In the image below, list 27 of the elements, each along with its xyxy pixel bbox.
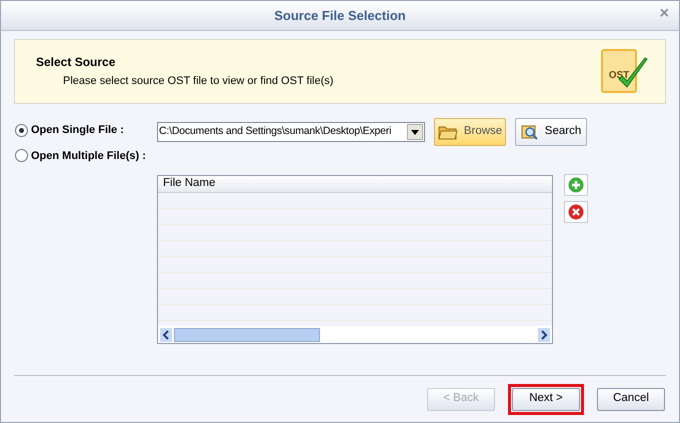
radio-button[interactable]: [15, 124, 28, 137]
column-header[interactable]: File Name: [158, 175, 216, 193]
window-title: Source File Selection: [274, 6, 406, 25]
scroll-thumb[interactable]: [174, 328, 320, 342]
dialog-button[interactable]: Next >: [512, 388, 580, 410]
search-icon: [520, 124, 539, 140]
option-label: Open Multiple File(s) :: [31, 148, 146, 164]
radio-button[interactable]: [15, 149, 28, 162]
folder-icon: [438, 124, 458, 140]
scroll-left-icon[interactable]: [160, 328, 172, 342]
remove-icon: [568, 204, 584, 220]
banner-description: Please select source OST file to view or find OST file(s): [63, 74, 334, 90]
radio-option[interactable]: Open Multiple File(s) :: [15, 148, 157, 164]
scroll-right-icon[interactable]: [538, 328, 550, 342]
add-file-button[interactable]: [564, 174, 588, 196]
dropdown-arrow-icon: [411, 130, 419, 134]
option-label: Open Single File :: [31, 123, 124, 138]
path-value: C:\Documents and Settings\sumank\Desktop\Experi: [158, 124, 392, 140]
plus-icon: [568, 177, 584, 193]
path-combobox[interactable]: C:\Documents and Settings\sumank\Desktop\Experi: [157, 122, 425, 142]
dialog-button[interactable]: Cancel: [597, 388, 665, 410]
radio-option[interactable]: Open Single File :: [15, 122, 157, 138]
remove-file-button[interactable]: [564, 201, 588, 223]
search-button[interactable]: Search: [515, 118, 587, 146]
browse-button[interactable]: Browse: [434, 118, 506, 146]
banner-heading: Select Source: [36, 54, 116, 72]
horizontal-scrollbar[interactable]: [158, 326, 552, 343]
